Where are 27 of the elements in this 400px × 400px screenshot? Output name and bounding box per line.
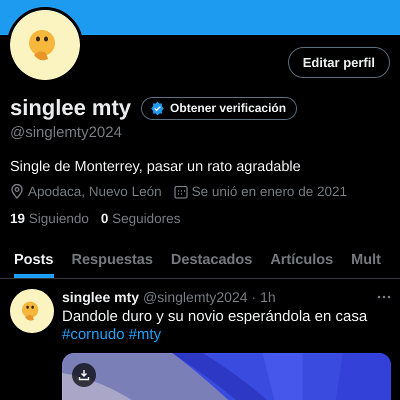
more-options-icon[interactable] <box>377 295 391 299</box>
profile-tab[interactable]: Artículos <box>270 244 334 278</box>
avatar <box>10 10 80 80</box>
post-author-name: singlee mty <box>62 289 140 305</box>
location-pin-icon <box>10 184 24 199</box>
profile-tab[interactable]: Mult <box>351 244 381 278</box>
verified-badge-icon <box>150 100 166 116</box>
hashtag-link[interactable]: #cornudo <box>62 326 125 343</box>
profile-name: singlee mty <box>10 95 132 121</box>
post-text: Dandole duro y su novio esperándola en casa <box>62 307 368 326</box>
profile-tab[interactable]: Respuestas <box>72 244 153 278</box>
get-verified-button[interactable]: Obtener verificación <box>141 96 298 120</box>
post-author-handle: @singlemty2024 <box>143 289 248 305</box>
join-date-text: Se unió en enero de 2021 <box>192 184 347 199</box>
edit-profile-button[interactable]: Editar perfil <box>288 47 390 78</box>
location-text: Apodaca, Nuevo León <box>28 184 162 199</box>
profile-handle: @singlemty2024 <box>10 124 123 141</box>
profile-tab[interactable]: Destacados <box>170 244 252 278</box>
download-icon <box>78 369 90 381</box>
avatar <box>10 289 54 333</box>
post-time: · 1h <box>252 289 276 305</box>
following-link[interactable]: 19 Siguiendo <box>10 211 89 226</box>
profile-tab[interactable]: Posts <box>14 244 54 278</box>
hashtag-link[interactable]: #mty <box>128 326 162 343</box>
followers-link[interactable]: 0 Seguidores <box>100 211 180 226</box>
profile-bio: Single de Monterrey, pasar un rato agradable <box>10 159 302 175</box>
calendar-icon <box>174 184 188 198</box>
